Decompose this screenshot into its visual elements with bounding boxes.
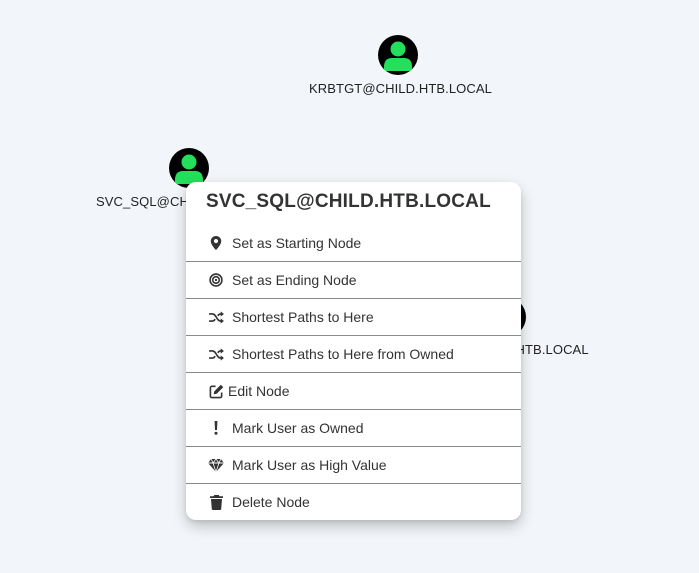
menu-item-shortest-paths-here[interactable]: Shortest Paths to Here	[186, 299, 521, 336]
menu-item-label: Mark User as High Value	[232, 457, 387, 473]
random-icon	[208, 309, 224, 325]
gem-icon	[208, 457, 224, 473]
menu-item-delete-node[interactable]: Delete Node	[186, 484, 521, 520]
menu-item-label: Set as Starting Node	[232, 235, 362, 251]
user-node-krbtgt[interactable]	[378, 35, 418, 75]
menu-item-set-starting-node[interactable]: Set as Starting Node	[186, 225, 521, 262]
menu-item-mark-high-value[interactable]: Mark User as High Value	[186, 447, 521, 484]
random-icon	[208, 346, 224, 362]
menu-item-label: Shortest Paths to Here	[232, 309, 374, 325]
menu-item-label: Shortest Paths to Here from Owned	[232, 346, 454, 362]
menu-item-edit-node[interactable]: Edit Node	[186, 373, 521, 410]
node-label: SVC_SQL@CH	[96, 194, 189, 209]
menu-item-label: Delete Node	[232, 494, 310, 510]
menu-item-label: Mark User as Owned	[232, 420, 364, 436]
menu-item-mark-owned[interactable]: Mark User as Owned	[186, 410, 521, 447]
menu-item-set-ending-node[interactable]: Set as Ending Node	[186, 262, 521, 299]
bullseye-icon	[208, 272, 224, 288]
menu-item-shortest-paths-here-from-owned[interactable]: Shortest Paths to Here from Owned	[186, 336, 521, 373]
node-context-menu: SVC_SQL@CHILD.HTB.LOCAL Set as Starting …	[186, 182, 521, 520]
map-marker-icon	[208, 235, 224, 251]
menu-item-label: Set as Ending Node	[232, 272, 357, 288]
trash-icon	[208, 494, 224, 510]
exclamation-icon	[208, 420, 224, 436]
edit-icon	[208, 383, 224, 399]
node-label: KRBTGT@CHILD.HTB.LOCAL	[309, 81, 492, 96]
menu-items: Set as Starting Node Set as Ending Node	[186, 225, 521, 520]
menu-title: SVC_SQL@CHILD.HTB.LOCAL	[206, 191, 491, 212]
user-icon	[384, 41, 412, 71]
menu-item-label: Edit Node	[228, 383, 290, 399]
